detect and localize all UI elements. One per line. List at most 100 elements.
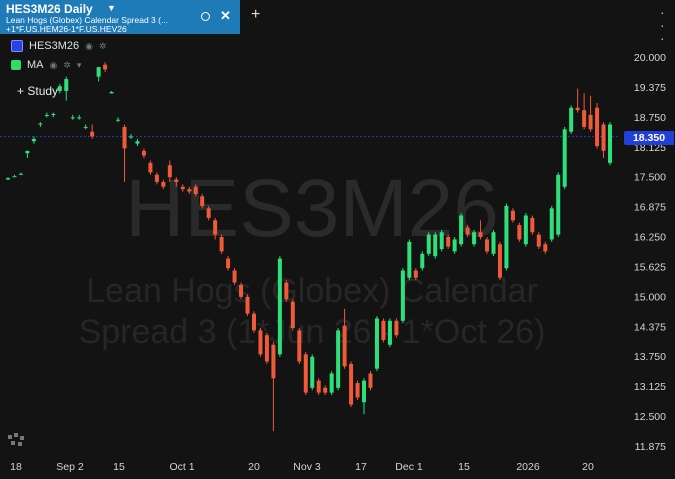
legend-symbol-label: HES3M26	[29, 40, 80, 52]
candle-body	[310, 356, 315, 388]
candle-body	[103, 64, 108, 70]
y-tick-label: 13.125	[634, 381, 666, 393]
x-tick-label: Nov 3	[293, 461, 321, 473]
close-icon[interactable]: ✕	[220, 8, 231, 24]
candle-body	[381, 320, 386, 340]
candle-body	[18, 173, 23, 175]
more-vertical-icon[interactable]: · · ·	[660, 5, 665, 45]
eye-icon[interactable]: ◉	[50, 60, 58, 71]
candle-body	[355, 383, 360, 398]
x-tick-label: 15	[113, 461, 125, 473]
candle-body	[284, 282, 289, 300]
candle-body	[303, 354, 308, 393]
y-tick-label: 18.750	[634, 112, 666, 124]
candle-body	[219, 237, 224, 252]
candle-body	[420, 253, 425, 269]
gear-icon[interactable]: ✲	[63, 60, 71, 71]
ma-color-swatch	[11, 60, 21, 70]
y-tick-label: 12.500	[634, 411, 666, 423]
candle-body	[342, 325, 347, 367]
last-price-badge: 18.350	[624, 131, 674, 145]
candle-body	[582, 110, 587, 127]
candle-body	[161, 181, 166, 187]
candle-body	[575, 107, 580, 111]
candle-body	[245, 296, 250, 314]
candle-body	[543, 244, 548, 252]
candle-body	[174, 179, 179, 182]
eye-icon[interactable]: ◉	[85, 41, 93, 52]
candle-body	[154, 174, 159, 182]
candle-body	[316, 380, 321, 393]
candle-body	[523, 215, 528, 245]
candle-body	[407, 241, 412, 278]
x-tick-label: Sep 2	[56, 461, 84, 473]
candle-body	[465, 227, 470, 235]
x-tick-label: 20	[582, 461, 594, 473]
add-study-button[interactable]: + Study	[17, 84, 58, 98]
y-tick-label: 20.000	[634, 52, 666, 64]
candle-body	[374, 318, 379, 369]
candle-body	[588, 114, 593, 130]
candle-body	[167, 165, 172, 178]
candle-body	[96, 67, 101, 77]
add-tab-icon[interactable]: +	[251, 6, 260, 24]
candle-body	[122, 126, 127, 149]
tab-dropdown-icon[interactable]: ▼	[107, 3, 116, 13]
symbol-color-swatch	[11, 40, 23, 52]
candle-body	[116, 119, 121, 121]
y-tick-label: 11.875	[635, 441, 666, 453]
candle-body	[83, 126, 88, 128]
candle-body	[258, 330, 263, 355]
y-tick-label: 15.625	[634, 261, 666, 273]
candle-body	[90, 131, 95, 137]
candle-body	[504, 205, 509, 269]
y-tick-label: 16.250	[634, 232, 666, 244]
candle-body	[38, 123, 43, 125]
add-study-label: Study	[27, 84, 59, 98]
candle-body	[12, 176, 17, 178]
candle-body	[510, 210, 515, 221]
y-tick-label: 19.375	[634, 82, 666, 94]
candle-body	[336, 330, 341, 388]
candle-body	[400, 270, 405, 321]
candle-body	[141, 150, 146, 156]
candle-body	[109, 91, 114, 94]
candle-body	[446, 237, 451, 247]
candle-body	[25, 150, 30, 154]
candle-body	[193, 186, 198, 194]
candle-body	[135, 141, 140, 144]
candle-body	[459, 215, 464, 245]
candle-body	[439, 232, 444, 250]
chart-tab[interactable]: HES3M26 Daily ▼ Lean Hogs (Globex) Calen…	[0, 0, 240, 34]
x-tick-label: 20	[248, 461, 260, 473]
candle-body	[569, 107, 574, 132]
legend-row-symbol[interactable]: HES3M26 ◉ ✲	[11, 40, 107, 52]
candle-body	[607, 124, 613, 163]
candle-body	[290, 301, 295, 329]
legend-row-ma[interactable]: MA ◉ ✲ ▾	[11, 59, 81, 71]
candle-body	[148, 162, 153, 173]
candle-body	[251, 313, 256, 331]
candle-body	[57, 86, 62, 92]
y-tick-label: 16.875	[634, 202, 666, 214]
candle-body	[601, 124, 606, 151]
plus-icon: +	[17, 84, 25, 98]
candle-body	[70, 117, 75, 119]
candle-body	[297, 330, 302, 362]
candle-body	[556, 174, 561, 235]
app-logo-icon	[8, 433, 24, 446]
x-tick-label: 15	[458, 461, 470, 473]
candle-body	[206, 208, 211, 218]
candle-body	[433, 234, 438, 257]
chevron-down-icon[interactable]: ▾	[77, 60, 82, 71]
watermark-line2: Spread 3 (1*Jun 26 - 1*Oct 26)	[79, 313, 546, 351]
candle-body	[277, 258, 282, 355]
candle-body	[239, 284, 244, 297]
gear-icon[interactable]: ✲	[99, 41, 107, 52]
x-tick-label: 17	[355, 461, 367, 473]
candle-body	[349, 363, 354, 405]
price-chart[interactable]: HES3M26 Lean Hogs (Globex) CalendarSpread…	[0, 0, 675, 479]
link-circle-icon[interactable]	[201, 12, 210, 21]
candle-body	[413, 270, 418, 278]
candle-body	[530, 217, 535, 233]
